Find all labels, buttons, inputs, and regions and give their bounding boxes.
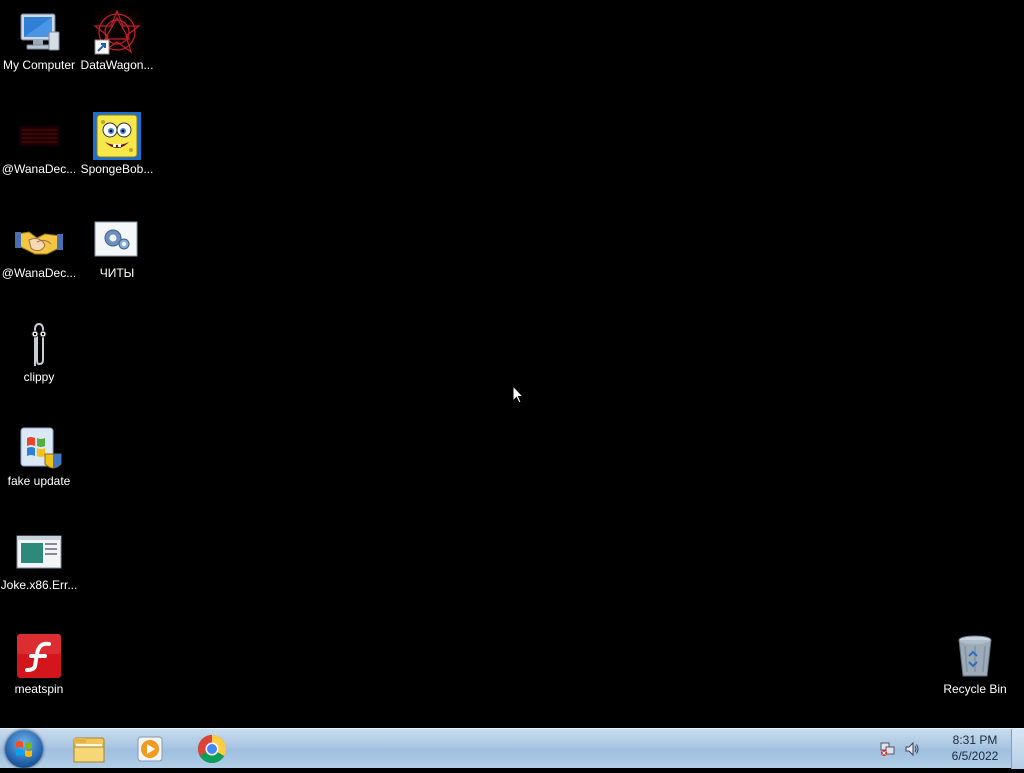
desktop-icon-joke-x86[interactable]: Joke.x86.Err... <box>0 520 78 610</box>
desktop-icon-label: Recycle Bin <box>943 682 1007 696</box>
desktop-icon-label: fake update <box>7 474 71 488</box>
desktop-icon-label: My Computer <box>2 58 76 72</box>
desktop-icon-recycle-bin[interactable]: Recycle Bin <box>936 624 1014 714</box>
handshake-icon <box>15 231 63 255</box>
desktop-icon-datawagon[interactable]: DataWagon... <box>78 0 156 90</box>
desktop-icon-clippy[interactable]: clippy <box>0 312 78 402</box>
taskbar-button-explorer[interactable] <box>62 731 114 767</box>
paperclip-icon <box>31 322 47 366</box>
network-icon[interactable] <box>880 741 896 757</box>
system-clock[interactable]: 8:31 PM 6/5/2022 <box>930 732 1020 764</box>
taskbar-button-chrome[interactable] <box>186 731 238 767</box>
windows-update-icon <box>20 427 62 469</box>
desktop-icon-wanadecryptor-2[interactable]: @WanaDec... <box>0 208 78 298</box>
desktop-icon-wanadecryptor-1[interactable]: @WanaDec... <box>0 104 78 194</box>
start-button[interactable] <box>5 730 43 768</box>
computer-icon <box>20 13 60 51</box>
volume-icon[interactable] <box>904 741 920 757</box>
mouse-cursor-icon <box>512 385 524 404</box>
desktop-icon-label: @WanaDec... <box>1 162 77 176</box>
taskbar: 8:31 PM 6/5/2022 <box>0 728 1024 769</box>
desktop-icon-chity[interactable]: ЧИТЫ <box>78 208 156 298</box>
recycle-bin-icon <box>958 635 992 677</box>
desktop-icon-label: ЧИТЫ <box>99 266 135 280</box>
chrome-icon <box>198 735 226 763</box>
desktop-icon-label: clippy <box>23 370 55 384</box>
desktop-icon-meatspin[interactable]: meatspin <box>0 624 78 714</box>
settings-file-icon <box>94 221 138 257</box>
desktop-icon-label: meatspin <box>14 682 64 696</box>
wanadecryptor-icon <box>19 126 59 146</box>
folder-icon <box>73 737 105 763</box>
desktop[interactable]: My Computer DataWagon... @WanaDec... Spo… <box>0 0 1024 728</box>
spongebob-icon <box>93 112 141 160</box>
desktop-icon-label: Joke.x86.Err... <box>0 578 78 592</box>
windows-logo-icon <box>16 741 32 757</box>
clock-time: 8:31 PM <box>952 733 998 747</box>
desktop-icon-label: DataWagon... <box>80 58 154 72</box>
desktop-icon-my-computer[interactable]: My Computer <box>0 0 78 90</box>
notification-area: 8:31 PM 6/5/2022 <box>874 729 1024 769</box>
media-player-icon <box>137 736 163 762</box>
flash-icon <box>17 634 61 678</box>
desktop-icon-spongebob[interactable]: SpongeBob... <box>78 104 156 194</box>
desktop-icon-fake-update[interactable]: fake update <box>0 416 78 506</box>
show-desktop-button[interactable] <box>1011 729 1024 769</box>
datawagon-icon <box>93 9 141 55</box>
clock-date: 6/5/2022 <box>951 749 999 763</box>
desktop-icon-label: @WanaDec... <box>1 266 77 280</box>
application-window-icon <box>16 535 62 569</box>
desktop-icon-label: SpongeBob... <box>80 162 154 176</box>
taskbar-button-media-player[interactable] <box>124 731 176 767</box>
